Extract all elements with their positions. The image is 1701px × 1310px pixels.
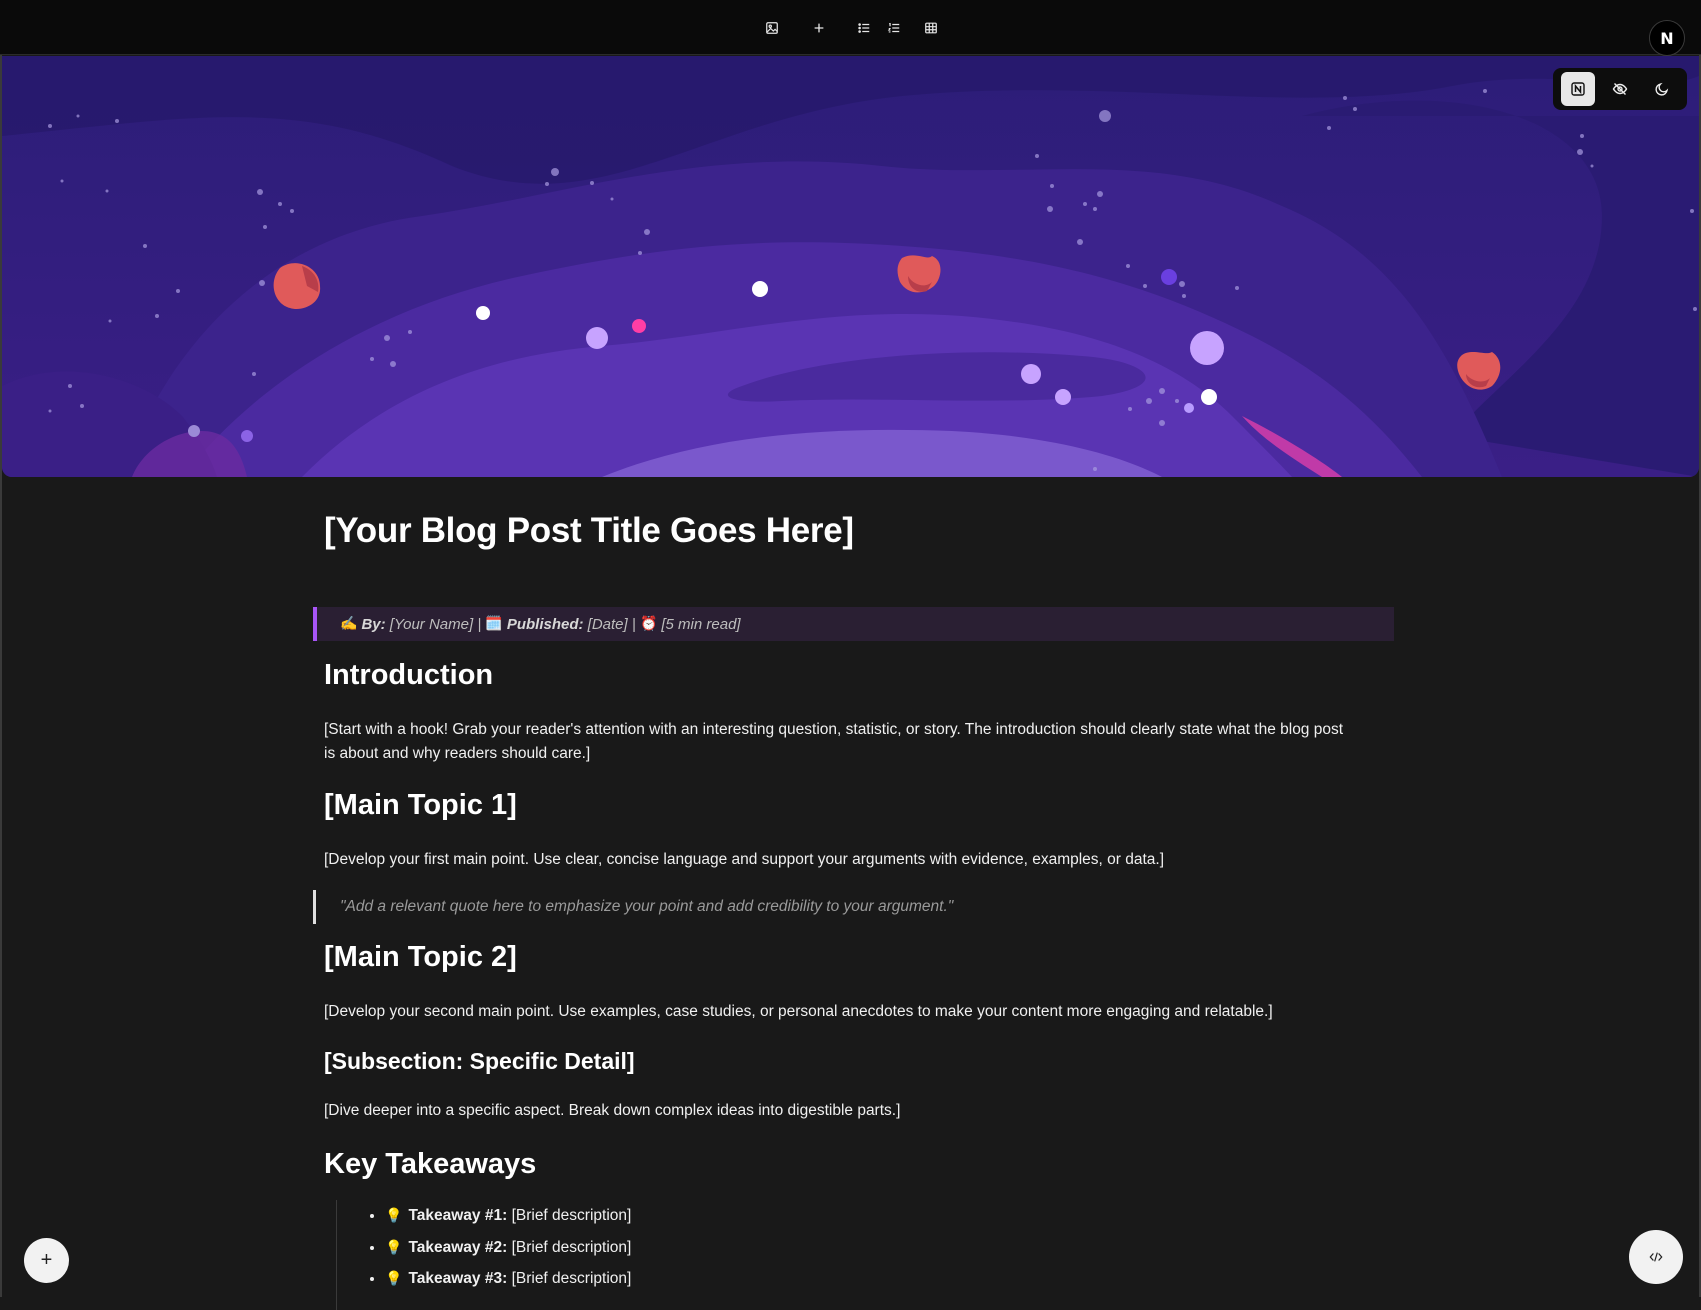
takeaway-text: [Brief description] <box>511 1238 632 1256</box>
takeaway-label: Takeaway #3: <box>408 1270 508 1287</box>
bullet-list-icon[interactable] <box>851 15 877 41</box>
lightbulb-icon: 💡 <box>385 1239 403 1256</box>
author-value: [Your Name] | <box>389 615 482 633</box>
takeaway-label: Takeaway #1: <box>408 1207 508 1224</box>
space-illustration <box>2 56 1699 477</box>
add-block-button[interactable]: + <box>24 1238 69 1283</box>
page-title[interactable]: [Your Blog Post Title Goes Here] <box>324 510 1394 568</box>
subsection-paragraph[interactable]: [Dive deeper into a specific aspect. Bre… <box>324 1099 1354 1123</box>
takeaways-heading[interactable]: Key Takeaways <box>324 1147 536 1182</box>
banner-controls <box>1553 68 1687 110</box>
intro-heading[interactable]: Introduction <box>324 658 493 693</box>
notion-logo-icon[interactable] <box>1561 72 1595 106</box>
takeaways-list: 💡 Takeaway #1: [Brief description] 💡 Takea… <box>336 1200 936 1310</box>
list-item[interactable]: 💡 Takeaway #2: [Brief description] <box>385 1232 936 1264</box>
code-icon <box>1649 1252 1663 1262</box>
calendar-icon: 🗓️ <box>485 616 503 632</box>
topic1-paragraph[interactable]: [Develop your first main point. Use clea… <box>324 848 1354 872</box>
read-time: [5 min read] <box>661 615 741 633</box>
published-label: Published: <box>506 615 584 633</box>
lightbulb-icon: 💡 <box>385 1208 403 1224</box>
cover-banner <box>2 56 1699 477</box>
subsection-heading[interactable]: [Subsection: Specific Detail] <box>324 1048 635 1076</box>
published-value: [Date] | <box>587 615 636 633</box>
top-toolbar: N <box>0 0 1701 56</box>
takeaway-text: [Brief description] <box>511 1270 632 1287</box>
image-icon[interactable] <box>759 15 785 41</box>
list-item[interactable]: 💡 Takeaway #3: [Brief description] <box>385 1263 936 1295</box>
intro-paragraph[interactable]: [Start with a hook! Grab your reader's a… <box>324 718 1354 766</box>
numbered-list-icon[interactable] <box>881 15 907 41</box>
eye-off-icon[interactable] <box>1603 72 1637 106</box>
meta-callout[interactable]: ✍️ By: [Your Name] | 🗓️ Published: [Date… <box>313 607 1394 641</box>
quote-block[interactable]: "Add a relevant quote here to emphasize … <box>313 890 1394 924</box>
avatar[interactable]: N <box>1649 20 1685 56</box>
alarm-clock-icon: ⏰ <box>639 616 658 632</box>
article: [Your Blog Post Title Goes Here] ✍️ By: … <box>313 510 1394 1310</box>
table-icon[interactable] <box>918 15 944 41</box>
topic2-paragraph[interactable]: [Develop your second main point. Use exa… <box>324 1000 1354 1024</box>
code-view-button[interactable] <box>1629 1230 1683 1284</box>
writing-hand-icon: ✍️ <box>340 616 358 632</box>
takeaway-text: [Brief description] <box>511 1207 632 1224</box>
list-item[interactable]: 💡 Takeaway #1: [Brief description] <box>385 1200 936 1232</box>
plus-icon[interactable] <box>806 15 832 41</box>
lightbulb-icon: 💡 <box>385 1271 403 1287</box>
moon-icon[interactable] <box>1645 72 1679 106</box>
topic2-heading[interactable]: [Main Topic 2] <box>324 940 517 975</box>
author-label: By: <box>361 615 386 633</box>
takeaway-label: Takeaway #2: <box>408 1238 508 1256</box>
topic1-heading[interactable]: [Main Topic 1] <box>324 788 517 823</box>
